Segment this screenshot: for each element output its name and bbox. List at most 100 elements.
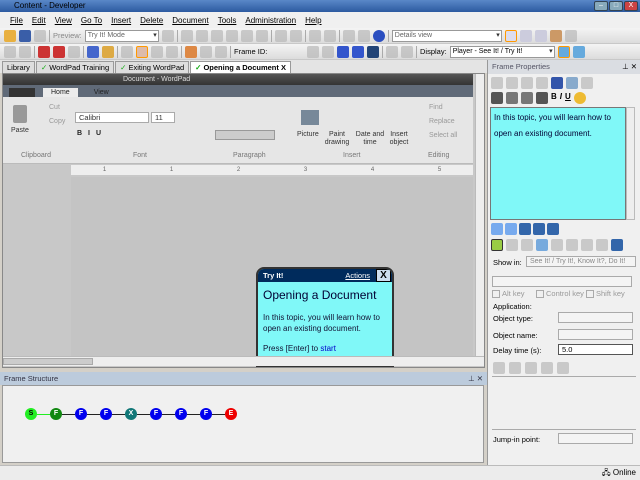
redo-icon[interactable] bbox=[289, 29, 302, 42]
screen-icon[interactable] bbox=[136, 45, 148, 58]
layout-2-icon[interactable] bbox=[519, 29, 532, 42]
rectangle-icon[interactable] bbox=[509, 362, 521, 374]
control-key-checkbox[interactable]: Control key bbox=[536, 289, 584, 299]
wordpad-tab-home[interactable]: Home bbox=[43, 88, 78, 97]
menu-edit[interactable]: Edit bbox=[32, 16, 46, 25]
properties-icon[interactable] bbox=[240, 29, 253, 42]
delete-icon[interactable] bbox=[536, 77, 548, 89]
tab-icon-1[interactable] bbox=[491, 223, 503, 235]
wordpad-tab-view[interactable]: View bbox=[86, 88, 117, 97]
branch-icon[interactable] bbox=[68, 45, 80, 58]
save-icon[interactable] bbox=[19, 29, 31, 42]
capture3-icon[interactable] bbox=[215, 45, 227, 58]
menu-insert[interactable]: Insert bbox=[111, 16, 131, 25]
pin-close-icons[interactable]: ⊥ ✕ bbox=[468, 372, 483, 385]
paint-drawing-button[interactable]: Paint drawing bbox=[323, 131, 351, 147]
font-icon[interactable] bbox=[611, 239, 623, 251]
menu-help[interactable]: Help bbox=[305, 16, 321, 25]
undo-icon[interactable] bbox=[274, 29, 287, 42]
bubble-actions-link[interactable]: Actions bbox=[345, 269, 370, 282]
alignment-buttons[interactable] bbox=[215, 130, 275, 140]
pin-close-icons[interactable]: ⊥ ✕ bbox=[622, 60, 637, 74]
horizontal-scrollbar[interactable] bbox=[3, 356, 484, 366]
start-link[interactable]: start bbox=[320, 344, 336, 353]
spellcheck-icon[interactable] bbox=[357, 29, 370, 42]
cut-icon[interactable] bbox=[491, 77, 503, 89]
copy-icon[interactable] bbox=[195, 29, 208, 42]
help-icon[interactable] bbox=[372, 29, 385, 42]
copy-button[interactable]: Copy bbox=[49, 118, 65, 125]
edit-icon[interactable] bbox=[121, 45, 133, 58]
frame-node[interactable]: S bbox=[25, 408, 37, 420]
align-right-icon[interactable] bbox=[521, 92, 533, 104]
tab-library[interactable]: Library bbox=[2, 61, 35, 73]
bubble2-icon[interactable] bbox=[572, 45, 585, 58]
open-icon[interactable] bbox=[4, 29, 16, 42]
record-icon[interactable] bbox=[4, 45, 16, 58]
frame-node[interactable]: F bbox=[100, 408, 112, 420]
frame-node[interactable]: F bbox=[50, 408, 62, 420]
search-icon[interactable] bbox=[19, 45, 31, 58]
menu-tools[interactable]: Tools bbox=[218, 16, 237, 25]
icon-3[interactable] bbox=[521, 239, 533, 251]
icon-7[interactable] bbox=[581, 239, 593, 251]
link-icon[interactable] bbox=[87, 45, 99, 58]
icon-8[interactable] bbox=[596, 239, 608, 251]
menu-file[interactable]: File bbox=[10, 16, 23, 25]
delete-frame-icon[interactable] bbox=[53, 45, 65, 58]
frame-node[interactable]: E bbox=[225, 408, 237, 420]
minimize-button[interactable]: – bbox=[594, 1, 608, 11]
bubble-text-editor[interactable]: In this topic, you will learn how to ope… bbox=[490, 107, 626, 220]
display-select[interactable]: Player - See It! / Try It! bbox=[449, 45, 555, 58]
menu-goto[interactable]: Go To bbox=[81, 16, 102, 25]
capture2-icon[interactable] bbox=[200, 45, 212, 58]
layout-3-icon[interactable] bbox=[534, 29, 547, 42]
action-select[interactable] bbox=[492, 276, 632, 287]
frame-node[interactable]: F bbox=[75, 408, 87, 420]
italic-icon[interactable]: I bbox=[560, 92, 562, 104]
tab-opening-a-document[interactable]: ✓ Opening a Document X bbox=[190, 61, 291, 73]
first-frame-icon[interactable] bbox=[307, 45, 319, 58]
frame-node[interactable]: F bbox=[200, 408, 212, 420]
frame-icon[interactable] bbox=[102, 45, 114, 58]
paste-icon[interactable] bbox=[521, 77, 533, 89]
vertical-scrollbar[interactable] bbox=[475, 74, 484, 356]
font-size-select[interactable]: 11 bbox=[151, 112, 175, 123]
split-icon[interactable] bbox=[386, 45, 398, 58]
select-area-icon[interactable] bbox=[493, 362, 505, 374]
screen3-icon[interactable] bbox=[166, 45, 178, 58]
text-scrollbar[interactable] bbox=[626, 107, 635, 220]
screen2-icon[interactable] bbox=[151, 45, 163, 58]
paste-icon[interactable] bbox=[210, 29, 223, 42]
close-tab-icon[interactable]: X bbox=[281, 63, 286, 72]
binoculars-icon[interactable] bbox=[342, 29, 355, 42]
delay-time-select[interactable]: 5.0 bbox=[558, 344, 633, 355]
wordpad-menu-button[interactable] bbox=[9, 88, 35, 97]
justify-icon[interactable] bbox=[536, 92, 548, 104]
preview-icon[interactable] bbox=[161, 29, 174, 42]
action-icon[interactable] bbox=[491, 239, 503, 251]
date-time-button[interactable]: Date and time bbox=[353, 131, 387, 147]
align-left-icon[interactable] bbox=[491, 92, 503, 104]
capture-icon[interactable] bbox=[185, 45, 197, 58]
layout-1-icon[interactable] bbox=[504, 29, 517, 42]
print-icon[interactable] bbox=[525, 362, 537, 374]
refresh-icon[interactable] bbox=[541, 362, 553, 374]
bubble-icon[interactable] bbox=[557, 45, 570, 58]
collapse-icon[interactable] bbox=[323, 29, 336, 42]
icon-4[interactable] bbox=[536, 239, 548, 251]
next-frame-icon[interactable] bbox=[337, 45, 349, 58]
tab-icon-4[interactable] bbox=[533, 223, 545, 235]
menu-administration[interactable]: Administration bbox=[245, 16, 296, 25]
tab-icon-5[interactable] bbox=[547, 223, 559, 235]
view-select[interactable]: Details view bbox=[391, 29, 502, 42]
icon-5[interactable] bbox=[551, 239, 563, 251]
insert-object-button[interactable]: Insert object bbox=[387, 131, 411, 147]
text-box-icon[interactable] bbox=[566, 77, 578, 89]
image-icon[interactable] bbox=[581, 77, 593, 89]
underline-icon[interactable]: U bbox=[565, 92, 571, 104]
tab-exiting-wordpad[interactable]: ✓ Exiting WordPad bbox=[115, 61, 190, 73]
find-button[interactable]: Find bbox=[429, 104, 443, 111]
cut-button[interactable]: Cut bbox=[49, 104, 60, 111]
scroll-thumb[interactable] bbox=[3, 358, 93, 365]
